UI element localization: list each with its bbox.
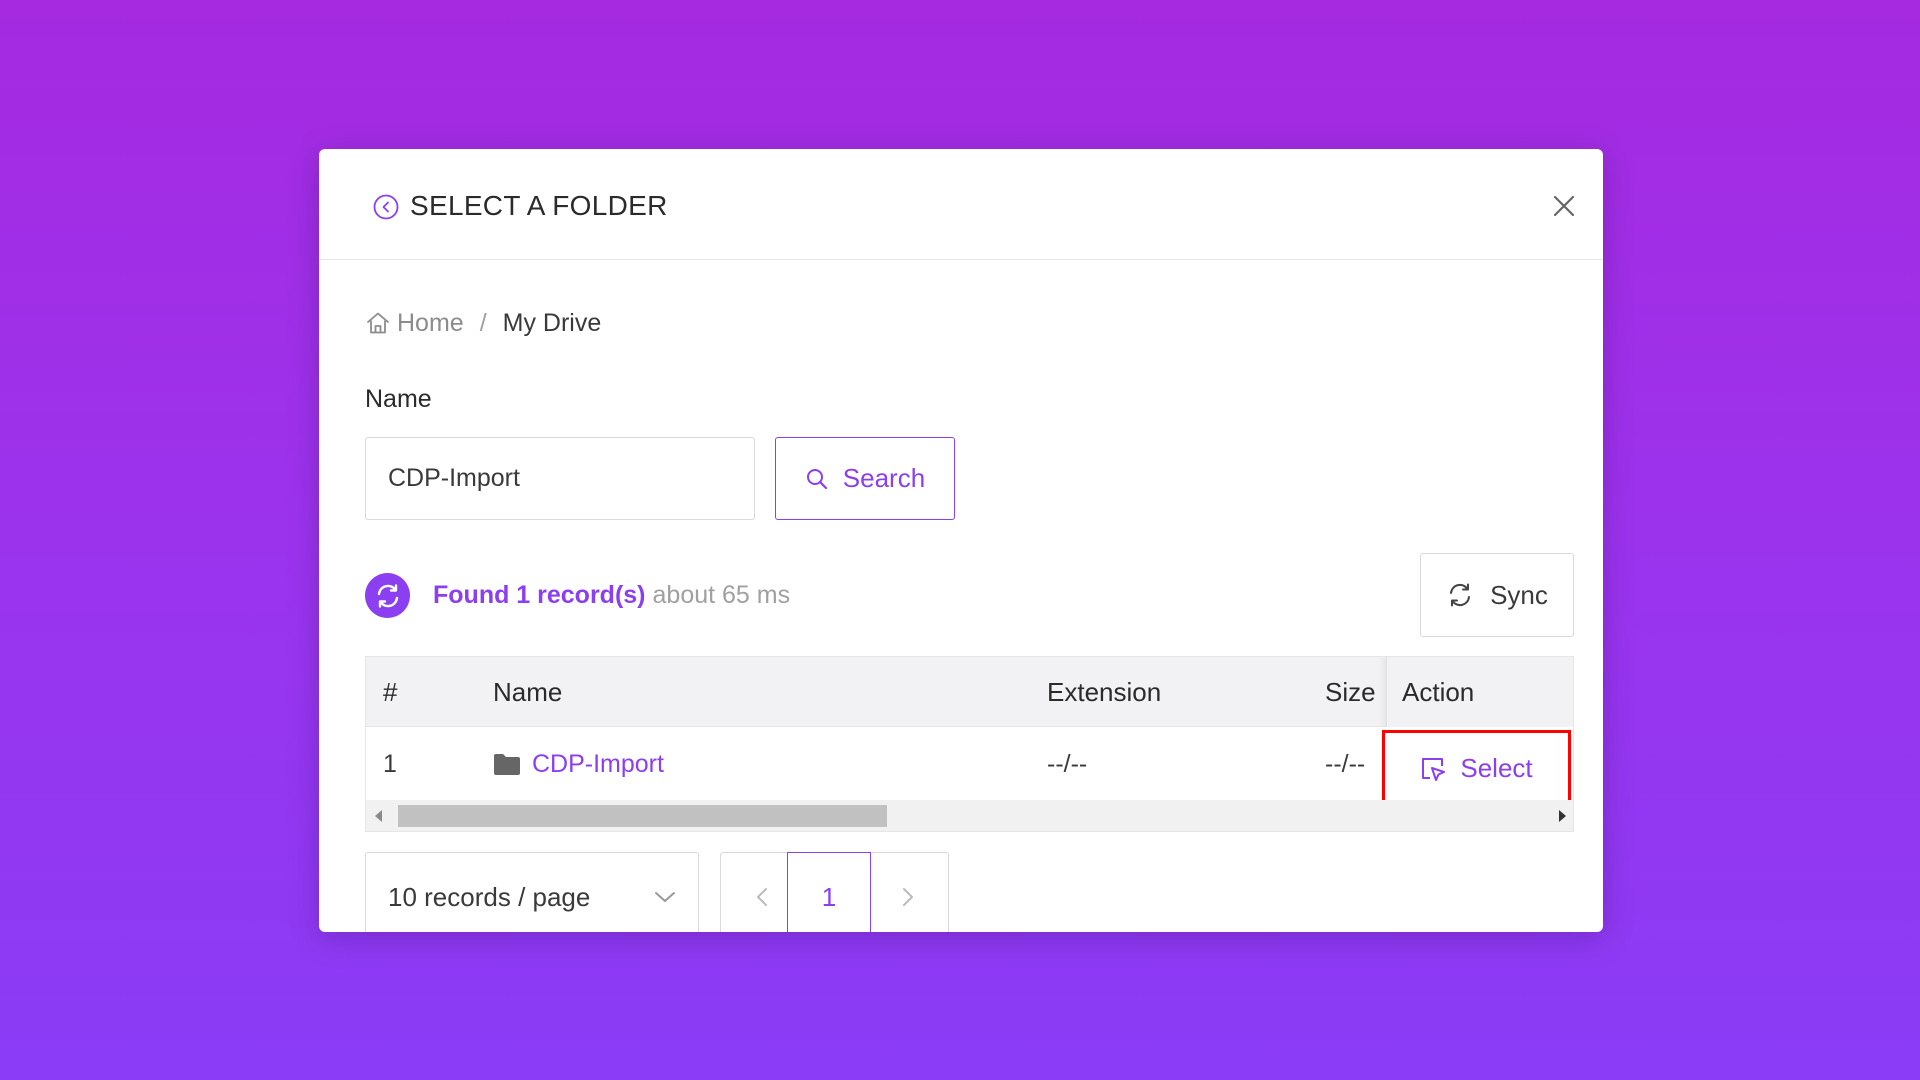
chevron-down-icon — [655, 892, 675, 902]
row-index: 1 — [383, 750, 397, 778]
breadcrumb-home-label: Home — [397, 309, 464, 337]
sync-button[interactable]: Sync — [1420, 553, 1574, 637]
query-time: about 65 ms — [652, 581, 791, 609]
page-size-select[interactable]: 10 records / page — [365, 852, 699, 932]
select-button-label: Select — [1460, 753, 1533, 783]
page-number: 1 — [821, 881, 837, 912]
row-name-label: CDP-Import — [532, 750, 664, 778]
scroll-left-arrow-icon[interactable] — [375, 810, 382, 822]
breadcrumb-home[interactable]: Home — [365, 307, 464, 339]
header-name: Name — [493, 677, 563, 707]
breadcrumb-current: My Drive — [502, 309, 602, 337]
page-1-button[interactable]: 1 — [787, 852, 871, 932]
header-action: Action — [1386, 657, 1573, 727]
name-label: Name — [365, 385, 432, 413]
next-page-button[interactable] — [867, 852, 949, 932]
row-extension: --/-- — [1047, 750, 1088, 778]
select-button[interactable]: Select — [1382, 730, 1571, 807]
chevron-right-icon — [903, 888, 913, 906]
header-index: # — [383, 677, 398, 707]
header-size: Size — [1325, 677, 1376, 707]
search-button[interactable]: Search — [775, 437, 955, 520]
table-header: # Name Extension Size Action — [366, 657, 1573, 727]
sync-icon — [1450, 583, 1471, 607]
close-icon[interactable] — [1547, 189, 1581, 223]
scrollbar-thumb[interactable] — [398, 805, 887, 827]
chevron-left-icon — [756, 888, 767, 906]
horizontal-scrollbar[interactable] — [366, 800, 1573, 831]
select-folder-modal: SELECT A FOLDER Home / My Drive Name Sea… — [319, 149, 1603, 932]
modal-header: SELECT A FOLDER — [319, 149, 1603, 260]
breadcrumb-separator: / — [479, 309, 487, 337]
name-input[interactable] — [365, 437, 755, 520]
refresh-icon — [377, 583, 398, 608]
page-size-value: 10 records / page — [388, 881, 591, 912]
back-circle-icon[interactable] — [373, 194, 399, 220]
modal-title: SELECT A FOLDER — [410, 190, 668, 221]
results-table: # Name Extension Size Action 1 CDP-Impor… — [365, 656, 1574, 832]
row-size: --/-- — [1325, 750, 1366, 778]
found-count: Found 1 record(s) — [433, 581, 646, 609]
sync-button-label: Sync — [1490, 579, 1548, 610]
row-action-cell: Select — [1382, 727, 1573, 807]
refresh-button[interactable] — [365, 573, 410, 618]
select-pointer-icon — [1422, 757, 1446, 781]
result-status: Found 1 record(s) about 65 ms — [365, 573, 790, 618]
search-button-label: Search — [842, 463, 926, 493]
search-icon — [806, 468, 827, 489]
row-name-link[interactable]: CDP-Import — [493, 727, 664, 801]
header-extension: Extension — [1047, 677, 1162, 707]
breadcrumb: Home / My Drive — [365, 307, 601, 339]
home-icon — [367, 312, 389, 334]
table-row: 1 CDP-Import --/-- --/-- Select — [366, 727, 1573, 807]
scroll-right-arrow-icon[interactable] — [1559, 810, 1566, 822]
folder-icon — [494, 754, 520, 775]
